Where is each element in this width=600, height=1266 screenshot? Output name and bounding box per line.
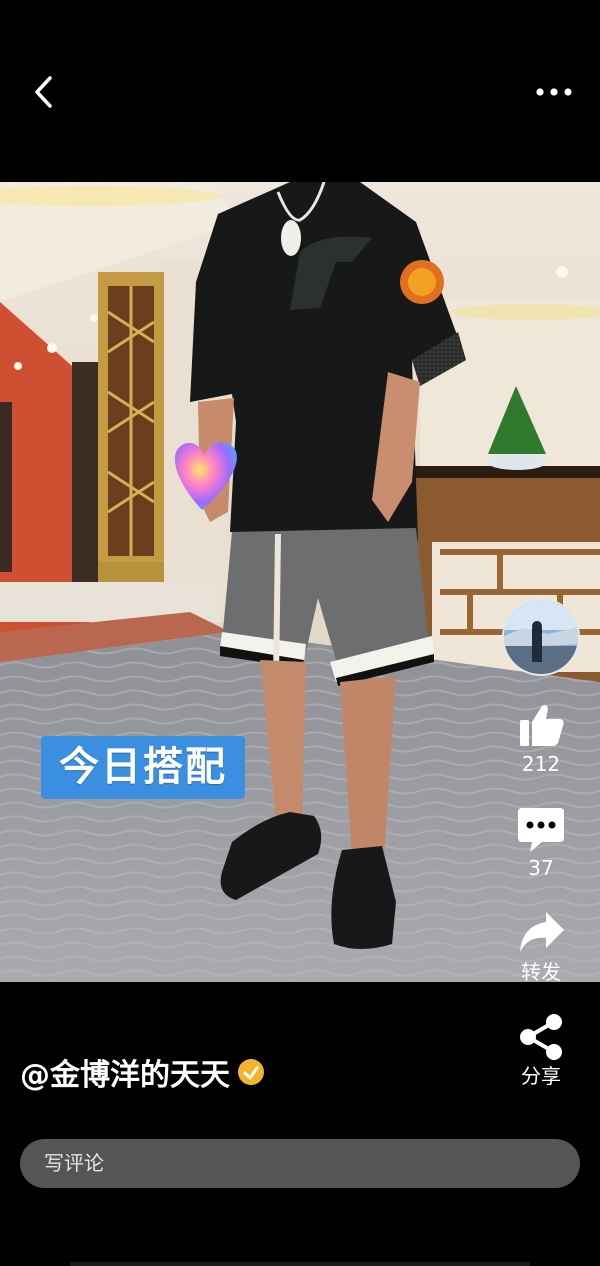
repost-button[interactable]: 转发 — [510, 908, 572, 984]
like-button[interactable]: 212 — [510, 700, 572, 776]
repost-icon — [520, 912, 564, 952]
comment-button[interactable]: 37 — [510, 804, 572, 880]
comment-input[interactable]: 写评论 — [20, 1139, 580, 1188]
home-indicator — [70, 1262, 530, 1266]
author-name-row[interactable]: @金博洋的天天 — [20, 1050, 264, 1094]
more-button[interactable] — [530, 76, 578, 108]
verified-icon — [238, 1059, 264, 1085]
comment-count: 37 — [528, 856, 554, 880]
like-icon — [520, 705, 564, 746]
share-label: 分享 — [521, 1064, 561, 1088]
like-count: 212 — [521, 752, 561, 776]
repost-label: 转发 — [521, 960, 561, 984]
more-icon — [536, 88, 572, 96]
author-handle: @金博洋的天天 — [20, 1058, 230, 1093]
back-icon — [35, 76, 52, 108]
share-icon — [520, 1014, 562, 1060]
share-button[interactable]: 分享 — [510, 1012, 572, 1088]
top-bar — [0, 0, 600, 182]
author-avatar[interactable] — [502, 598, 580, 676]
back-button[interactable] — [26, 72, 66, 112]
comment-icon — [518, 808, 564, 852]
caption-sticker: 今日搭配 — [41, 736, 245, 799]
